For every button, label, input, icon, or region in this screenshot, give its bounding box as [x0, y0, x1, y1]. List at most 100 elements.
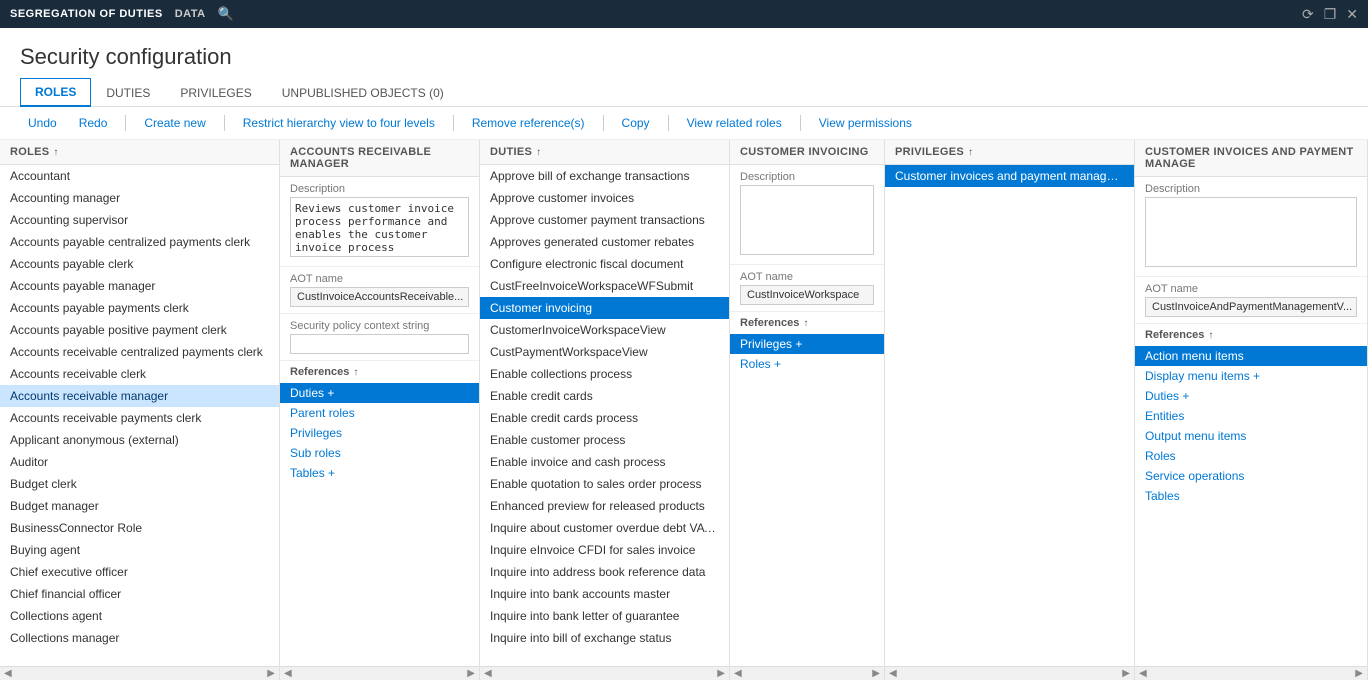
- menu-label[interactable]: DATA: [175, 8, 206, 20]
- privileges-sort-icon[interactable]: [968, 146, 973, 158]
- duties-list-item[interactable]: Configure electronic fiscal document: [480, 253, 729, 275]
- roles-list-item[interactable]: Accountant: [0, 165, 279, 187]
- duties-sort-icon[interactable]: [536, 146, 541, 158]
- tab-privileges[interactable]: PRIVILEGES: [165, 79, 266, 106]
- ar-scroll-bar[interactable]: ◀▶: [280, 666, 479, 680]
- pm-scroll-bar[interactable]: ◀▶: [1135, 666, 1367, 680]
- ar-references-sort-icon[interactable]: [353, 366, 358, 378]
- view-permissions-button[interactable]: View permissions: [811, 113, 920, 133]
- ci-description-label: Description: [740, 171, 874, 183]
- roles-list-item[interactable]: Accounts payable centralized payments cl…: [0, 231, 279, 253]
- roles-list-item[interactable]: Accounts receivable centralized payments…: [0, 341, 279, 363]
- ar-ref-item[interactable]: Tables +: [280, 463, 479, 483]
- pm-ref-item[interactable]: Action menu items: [1135, 346, 1367, 366]
- duties-list-item[interactable]: CustFreeInvoiceWorkspaceWFSubmit: [480, 275, 729, 297]
- duties-list-item[interactable]: Approve customer payment transactions: [480, 209, 729, 231]
- duties-list-item[interactable]: Enable credit cards process: [480, 407, 729, 429]
- pm-ref-item[interactable]: Entities: [1135, 406, 1367, 426]
- ar-ref-item[interactable]: Sub roles: [280, 443, 479, 463]
- duties-list-item[interactable]: Enhanced preview for released products: [480, 495, 729, 517]
- tab-duties[interactable]: DUTIES: [91, 79, 165, 106]
- roles-list-item[interactable]: Accounts payable clerk: [0, 253, 279, 275]
- duties-list-item[interactable]: Customer invoicing: [480, 297, 729, 319]
- roles-list-item[interactable]: Accounting supervisor: [0, 209, 279, 231]
- duties-list-item[interactable]: Inquire into bill of exchange status: [480, 627, 729, 649]
- pm-ref-item[interactable]: Service operations: [1135, 466, 1367, 486]
- duties-list-item[interactable]: CustPaymentWorkspaceView: [480, 341, 729, 363]
- restrict-hierarchy-button[interactable]: Restrict hierarchy view to four levels: [235, 113, 443, 133]
- roles-list-item[interactable]: Accounts receivable manager: [0, 385, 279, 407]
- roles-list-item[interactable]: Accounts payable payments clerk: [0, 297, 279, 319]
- ci-ref-item[interactable]: Privileges +: [730, 334, 884, 354]
- ar-ref-item[interactable]: Duties +: [280, 383, 479, 403]
- duties-scroll-bar[interactable]: ◀▶: [480, 666, 729, 680]
- duties-list-item[interactable]: Enable quotation to sales order process: [480, 473, 729, 495]
- close-icon[interactable]: ✕: [1346, 6, 1358, 23]
- duties-list-item[interactable]: Approves generated customer rebates: [480, 231, 729, 253]
- ar-description-textarea[interactable]: [290, 197, 469, 257]
- ci-scroll-bar[interactable]: ◀▶: [730, 666, 884, 680]
- duties-list-item[interactable]: Inquire about customer overdue debt VAT …: [480, 517, 729, 539]
- duties-list-item[interactable]: Approve bill of exchange transactions: [480, 165, 729, 187]
- roles-list-item[interactable]: Budget manager: [0, 495, 279, 517]
- roles-list-item[interactable]: Collections agent: [0, 605, 279, 627]
- roles-list-item[interactable]: Buying agent: [0, 539, 279, 561]
- undo-button[interactable]: Undo: [20, 113, 65, 133]
- create-new-button[interactable]: Create new: [136, 113, 213, 133]
- pm-ref-item[interactable]: Tables: [1135, 486, 1367, 506]
- pm-description-textarea[interactable]: [1145, 197, 1357, 267]
- duties-list-item[interactable]: Inquire into bank accounts master: [480, 583, 729, 605]
- privileges-scroll-bar[interactable]: ◀▶: [885, 666, 1134, 680]
- roles-list-item[interactable]: Auditor: [0, 451, 279, 473]
- roles-list-item[interactable]: Chief financial officer: [0, 583, 279, 605]
- copy-button[interactable]: Copy: [614, 113, 658, 133]
- remove-references-button[interactable]: Remove reference(s): [464, 113, 593, 133]
- search-icon[interactable]: 🔍: [218, 6, 235, 22]
- pm-ref-item[interactable]: Duties +: [1135, 386, 1367, 406]
- privileges-list[interactable]: Customer invoices and payment management: [885, 165, 1134, 666]
- roles-list-item[interactable]: Budget clerk: [0, 473, 279, 495]
- view-related-roles-button[interactable]: View related roles: [679, 113, 790, 133]
- ar-security-input[interactable]: [290, 334, 469, 354]
- ar-aot-label: AOT name: [290, 273, 469, 285]
- ci-description-textarea[interactable]: [740, 185, 874, 255]
- ci-references-sort-icon[interactable]: [803, 317, 808, 329]
- duties-list-item[interactable]: Enable credit cards: [480, 385, 729, 407]
- duties-list-item[interactable]: Inquire into bank letter of guarantee: [480, 605, 729, 627]
- ar-ref-item[interactable]: Parent roles: [280, 403, 479, 423]
- roles-list-item[interactable]: Chief executive officer: [0, 561, 279, 583]
- roles-list-item[interactable]: Accounts receivable clerk: [0, 363, 279, 385]
- duties-list[interactable]: Approve bill of exchange transactionsApp…: [480, 165, 729, 666]
- refresh-icon[interactable]: ⟳: [1302, 6, 1314, 23]
- duties-list-item[interactable]: Enable customer process: [480, 429, 729, 451]
- duties-list-item[interactable]: Enable invoice and cash process: [480, 451, 729, 473]
- duties-list-item[interactable]: Enable collections process: [480, 363, 729, 385]
- privileges-list-item[interactable]: Customer invoices and payment management: [885, 165, 1134, 187]
- pm-references-sort-icon[interactable]: [1208, 329, 1213, 341]
- pm-references-list: Action menu itemsDisplay menu items +Dut…: [1135, 346, 1367, 666]
- pm-ref-item[interactable]: Display menu items +: [1135, 366, 1367, 386]
- duties-list-item[interactable]: CustomerInvoiceWorkspaceView: [480, 319, 729, 341]
- duties-list-item[interactable]: Inquire into address book reference data: [480, 561, 729, 583]
- roles-sort-icon[interactable]: [53, 146, 58, 158]
- pm-ref-item[interactable]: Output menu items: [1135, 426, 1367, 446]
- roles-list-item[interactable]: Accounting manager: [0, 187, 279, 209]
- tab-unpublished[interactable]: UNPUBLISHED OBJECTS (0): [267, 79, 459, 106]
- roles-list-item[interactable]: Accounts payable positive payment clerk: [0, 319, 279, 341]
- duties-list-item[interactable]: Approve customer invoices: [480, 187, 729, 209]
- roles-list-item[interactable]: BusinessConnector Role: [0, 517, 279, 539]
- ci-ref-item[interactable]: Roles +: [730, 354, 884, 374]
- roles-list-item[interactable]: Applicant anonymous (external): [0, 429, 279, 451]
- restore-icon[interactable]: ❐: [1324, 6, 1337, 23]
- roles-list-item[interactable]: Collections manager: [0, 627, 279, 649]
- roles-list-item[interactable]: Accounts payable manager: [0, 275, 279, 297]
- tab-roles[interactable]: ROLES: [20, 78, 91, 107]
- toolbar-separator-6: [800, 115, 801, 131]
- roles-list-item[interactable]: Accounts receivable payments clerk: [0, 407, 279, 429]
- roles-scroll-bar[interactable]: ◀▶: [0, 666, 279, 680]
- duties-list-item[interactable]: Inquire eInvoice CFDI for sales invoice: [480, 539, 729, 561]
- roles-list[interactable]: AccountantAccounting managerAccounting s…: [0, 165, 279, 666]
- pm-ref-item[interactable]: Roles: [1135, 446, 1367, 466]
- redo-button[interactable]: Redo: [71, 113, 116, 133]
- ar-ref-item[interactable]: Privileges: [280, 423, 479, 443]
